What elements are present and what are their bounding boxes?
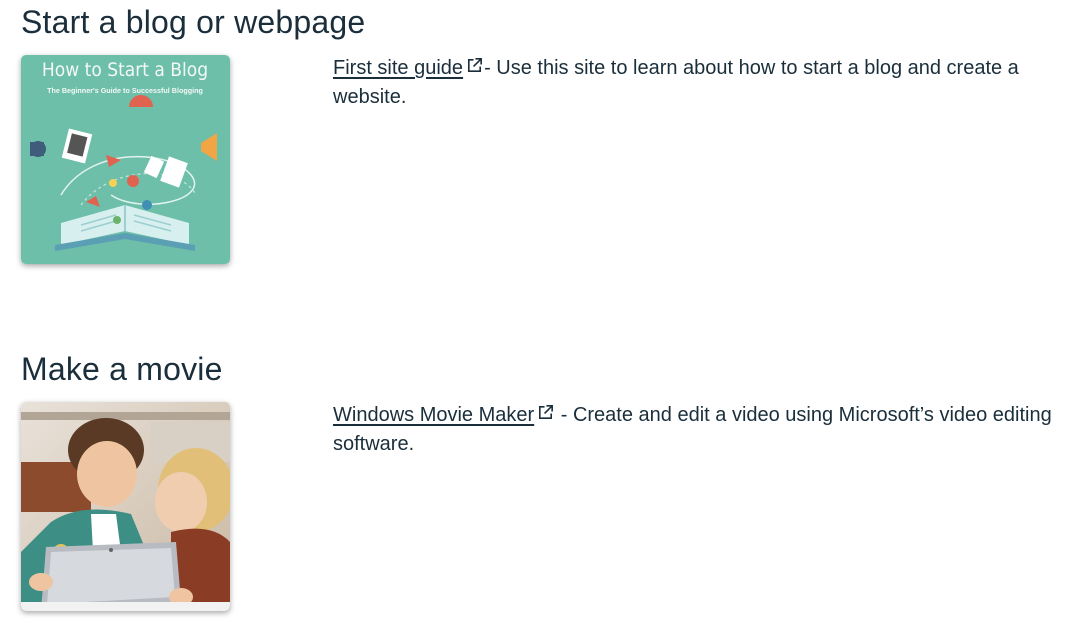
movie-section-description: Windows Movie Maker - Create and edit a … (333, 401, 1068, 459)
cover-subtitle-text: The Beginner's Guide to Successful Blogg… (47, 86, 203, 95)
external-link-icon (539, 405, 554, 420)
cover-title-text: How to Start a Blog (42, 59, 208, 81)
section-title-movie: Make a movie (21, 351, 223, 387)
first-site-guide-link-text: First site guide (333, 57, 464, 79)
first-site-guide-link[interactable]: First site guide (333, 57, 484, 79)
blog-section-description: First site guide - Use this site to learn… (333, 54, 1068, 112)
movie-maker-photo[interactable] (21, 402, 230, 611)
windows-movie-maker-link-text: Windows Movie Maker (333, 404, 535, 426)
section-title-blog: Start a blog or webpage (21, 4, 366, 40)
external-link-icon (468, 58, 483, 73)
blog-guide-cover-image[interactable]: How to Start a Blog The Beginner's Guide… (21, 55, 230, 264)
windows-movie-maker-link[interactable]: Windows Movie Maker (333, 404, 555, 426)
